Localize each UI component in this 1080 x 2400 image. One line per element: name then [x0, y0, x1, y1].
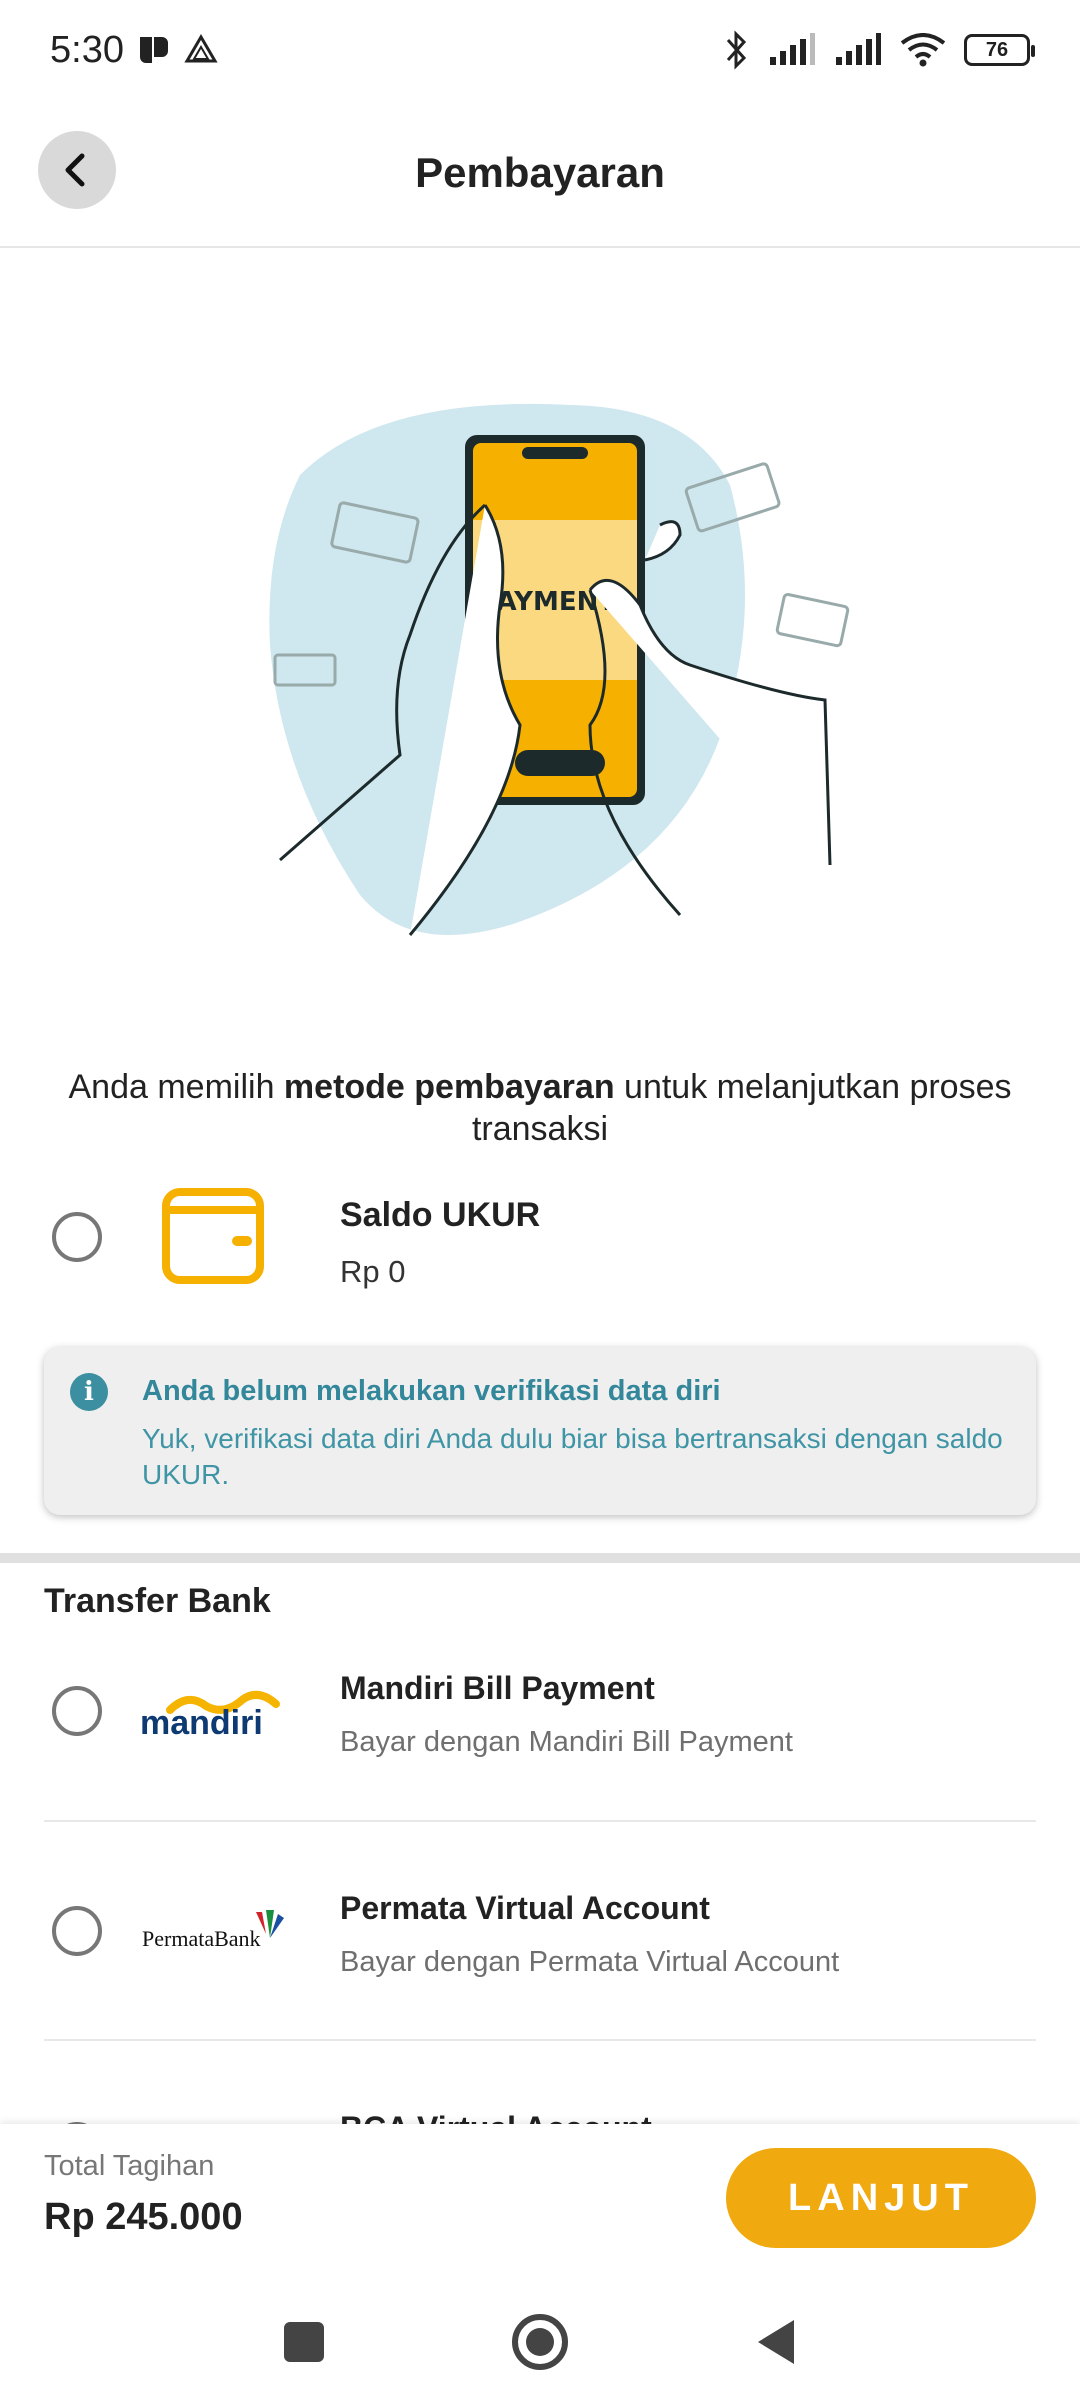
permata-subtitle: Bayar dengan Permata Virtual Account	[340, 1946, 840, 1978]
mandiri-subtitle: Bayar dengan Mandiri Bill Payment	[340, 1726, 793, 1758]
mandiri-logo: mandiri	[140, 1688, 290, 1742]
bluetooth-icon	[726, 30, 747, 70]
app-header: Pembayaran	[0, 100, 1080, 248]
wallet-radio[interactable]	[52, 1212, 102, 1262]
alert-title: Anda belum melakukan verifikasi data dir…	[142, 1375, 721, 1407]
section-divider	[0, 1553, 1080, 1563]
wallet-title: Saldo UKUR	[340, 1196, 541, 1234]
system-nav-bar	[0, 2274, 1080, 2400]
section-title-transfer-bank: Transfer Bank	[44, 1582, 271, 1620]
square-icon	[284, 2322, 324, 2362]
row-divider	[44, 2039, 1036, 2041]
verification-alert: i Anda belum melakukan verifikasi data d…	[44, 1347, 1036, 1515]
intro-bold: metode pembayaran	[283, 1068, 615, 1106]
info-icon: i	[70, 1373, 108, 1411]
total-label: Total Tagihan	[44, 2150, 215, 2182]
signal-icon	[770, 33, 815, 65]
intro-prefix: Anda memilih	[68, 1068, 284, 1106]
mandiri-title: Mandiri Bill Payment	[340, 1670, 655, 1706]
checkout-bar: Total Tagihan Rp 245.000 LANJUT	[0, 2124, 1080, 2274]
drive-icon	[184, 34, 218, 63]
mandiri-logo-text: mandiri	[140, 1704, 263, 1742]
alert-body: Yuk, verifikasi data diri Anda dulu biar…	[142, 1423, 1003, 1490]
wallet-balance: Rp 0	[340, 1254, 406, 1289]
battery-indicator: 76	[964, 34, 1035, 66]
permata-logo: PermataBank	[140, 1908, 290, 1952]
continue-button[interactable]: LANJUT	[726, 2148, 1036, 2248]
mandiri-radio[interactable]	[52, 1686, 102, 1736]
signal-icon	[836, 33, 881, 65]
permata-title: Permata Virtual Account	[340, 1890, 710, 1926]
total-value: Rp 245.000	[44, 2196, 243, 2238]
battery-level: 76	[985, 38, 1009, 61]
app-notification-icon	[139, 37, 168, 63]
page-title: Pembayaran	[415, 149, 665, 196]
back-button[interactable]	[38, 131, 116, 209]
permata-radio[interactable]	[52, 1906, 102, 1956]
back-nav-button[interactable]	[736, 2302, 816, 2382]
row-divider	[44, 1820, 1036, 1822]
payment-illustration: PAYMENT	[269, 403, 850, 936]
recents-button[interactable]	[264, 2302, 344, 2382]
status-time: 5:30	[50, 28, 124, 71]
wallet-icon	[162, 1188, 264, 1284]
home-circle-icon	[512, 2314, 568, 2370]
home-button[interactable]	[500, 2302, 580, 2382]
wifi-icon	[900, 33, 946, 67]
permata-logo-icon	[256, 1910, 284, 1938]
intro-text: Anda memilih metode pembayaran untuk mel…	[40, 1066, 1040, 1150]
chevron-left-icon	[65, 153, 85, 187]
status-bar: 5:30 76	[0, 0, 1080, 100]
triangle-back-icon	[758, 2320, 794, 2364]
permata-logo-text: PermataBank	[142, 1926, 261, 1951]
